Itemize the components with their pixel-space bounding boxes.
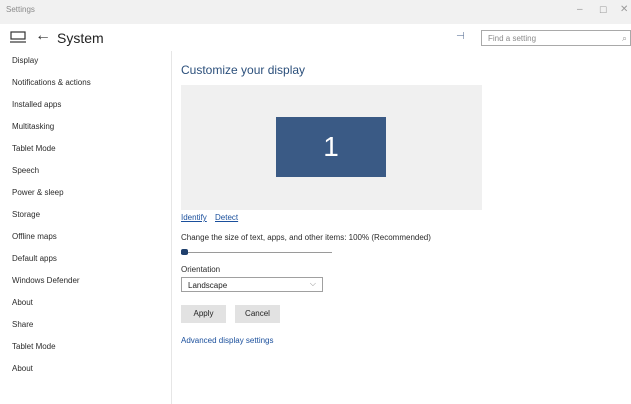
main-content: Customize your display 1 Identify Detect… [172,51,631,404]
scale-slider[interactable] [181,249,332,255]
section-title: System [57,30,104,46]
back-arrow-icon[interactable]: ← [35,27,51,45]
apply-button[interactable]: Apply [181,305,226,323]
orientation-label: Orientation [181,265,221,274]
pin-icon[interactable]: ⊣ [456,31,465,42]
sidebar-item-default-apps[interactable]: Default apps [12,254,57,263]
cancel-button[interactable]: Cancel [235,305,280,323]
sidebar-item-display[interactable]: Display [12,56,38,65]
slider-thumb[interactable] [181,249,188,255]
sidebar-item-power-sleep[interactable]: Power & sleep [12,188,64,197]
search-input[interactable] [482,31,610,45]
maximize-icon[interactable]: ☐ [599,4,607,16]
sidebar-item-about[interactable]: About [12,298,33,307]
sidebar-item-storage[interactable]: Storage [12,210,40,219]
orientation-value: Landscape [188,281,228,290]
sidebar-item-notifications[interactable]: Notifications & actions [12,78,91,87]
sidebar-item-tablet-mode-2[interactable]: Tablet Mode [12,342,56,351]
search-box[interactable]: ⌕ [481,30,631,46]
sidebar-item-windows-defender[interactable]: Windows Defender [12,276,80,285]
title-bar: Settings – ☐ ✕ [0,0,631,24]
close-icon[interactable]: ✕ [620,4,628,16]
advanced-display-settings-link[interactable]: Advanced display settings [181,336,274,345]
sidebar: Display Notifications & actions Installe… [0,51,172,404]
sidebar-item-about-2[interactable]: About [12,364,33,373]
detect-link[interactable]: Detect [215,213,238,222]
sidebar-item-share[interactable]: Share [12,320,33,329]
window-title: Settings [6,5,35,14]
search-icon[interactable]: ⌕ [622,33,627,44]
sidebar-item-multitasking[interactable]: Multitasking [12,122,54,131]
scale-label: Change the size of text, apps, and other… [181,233,431,242]
minimize-icon[interactable]: – [577,4,583,16]
sidebar-item-installed-apps[interactable]: Installed apps [12,100,61,109]
page-title: Customize your display [181,63,306,77]
home-icon[interactable] [10,31,26,43]
settings-window: Settings – ☐ ✕ ← System ⊣ ⌕ Display Noti… [0,0,631,404]
chevron-down-icon: ⌵ [309,279,316,288]
monitor-tile[interactable]: 1 [276,117,386,177]
slider-track [181,252,332,253]
orientation-dropdown[interactable]: Landscape ⌵ [181,277,323,292]
sidebar-item-tablet-mode[interactable]: Tablet Mode [12,144,56,153]
sidebar-item-speech[interactable]: Speech [12,166,39,175]
display-preview: 1 [181,85,482,210]
sidebar-item-offline-maps[interactable]: Offline maps [12,232,57,241]
identify-link[interactable]: Identify [181,213,207,222]
